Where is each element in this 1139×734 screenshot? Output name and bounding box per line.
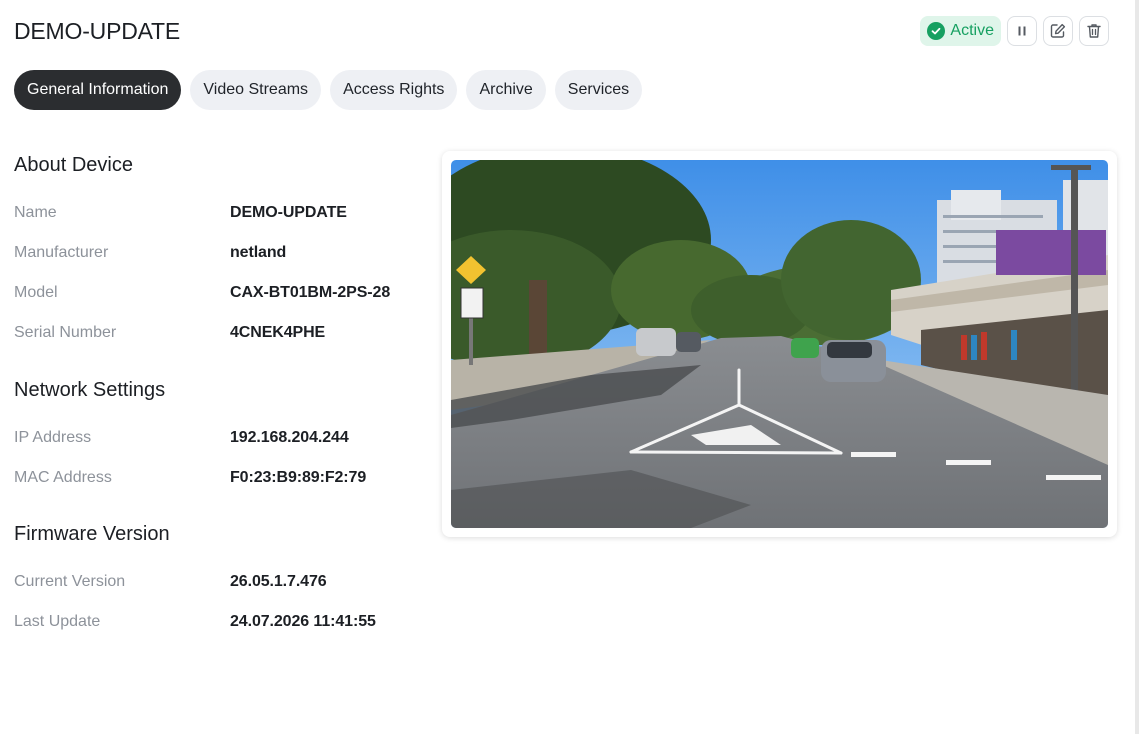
tab-bar: General Information Video Streams Access… [14, 70, 643, 110]
camera-preview-card [442, 151, 1117, 537]
info-row-current-version: Current Version 26.05.1.7.476 [14, 562, 376, 602]
section-title-network: Network Settings [14, 379, 166, 401]
edit-button[interactable] [1043, 16, 1073, 46]
info-value: DEMO-UPDATE [230, 204, 347, 221]
info-row-serial: Serial Number 4CNEK4PHE [14, 313, 390, 353]
info-label: Name [14, 204, 57, 221]
page-scrollbar[interactable] [1135, 0, 1139, 734]
status-badge: Active [920, 16, 1001, 46]
status-label: Active [950, 22, 994, 39]
tab-general-information[interactable]: General Information [14, 70, 182, 110]
page-title: DEMO-UPDATE [14, 17, 181, 44]
info-value: 24.07.2026 11:41:55 [230, 613, 376, 630]
info-row-name: Name DEMO-UPDATE [14, 193, 390, 233]
network-settings-section: Network Settings IP Address 192.168.204.… [14, 377, 366, 498]
section-title-firmware: Firmware Version [14, 523, 170, 545]
info-row-mac: MAC Address F0:23:B9:89:F2:79 [14, 458, 366, 498]
info-label: MAC Address [14, 469, 112, 486]
pause-icon [1018, 26, 1026, 36]
tab-archive[interactable]: Archive [466, 70, 546, 110]
info-row-last-update: Last Update 24.07.2026 11:41:55 [14, 602, 376, 642]
check-circle-icon [927, 22, 946, 40]
header-actions: Active [920, 16, 1109, 46]
info-value: CAX-BT01BM-2PS-28 [230, 284, 391, 301]
pause-button[interactable] [1007, 16, 1037, 46]
info-label: Manufacturer [14, 244, 109, 261]
info-value: netland [230, 244, 287, 261]
tab-video-streams[interactable]: Video Streams [190, 70, 322, 110]
firmware-version-section: Firmware Version Current Version 26.05.1… [14, 521, 376, 642]
info-label: Serial Number [14, 324, 117, 341]
info-value: 192.168.204.244 [230, 429, 349, 446]
info-row-manufacturer: Manufacturer netland [14, 233, 390, 273]
info-value: F0:23:B9:89:F2:79 [230, 469, 367, 486]
delete-button[interactable] [1079, 16, 1109, 46]
section-title-about: About Device [14, 154, 133, 176]
tab-services[interactable]: Services [554, 70, 643, 110]
info-value: 26.05.1.7.476 [230, 573, 327, 590]
info-label: Model [14, 284, 58, 301]
camera-preview-image[interactable] [451, 160, 1108, 528]
page-header: DEMO-UPDATE Active [14, 14, 1117, 48]
info-label: Last Update [14, 613, 101, 630]
info-label: IP Address [14, 429, 92, 446]
edit-icon [1050, 23, 1066, 38]
trash-icon [1087, 24, 1101, 38]
tab-access-rights[interactable]: Access Rights [330, 70, 458, 110]
info-row-ip: IP Address 192.168.204.244 [14, 418, 366, 458]
about-device-section: About Device Name DEMO-UPDATE Manufactur… [14, 152, 390, 353]
info-row-model: Model CAX-BT01BM-2PS-28 [14, 273, 390, 313]
info-value: 4CNEK4PHE [230, 324, 326, 341]
info-label: Current Version [14, 573, 126, 590]
